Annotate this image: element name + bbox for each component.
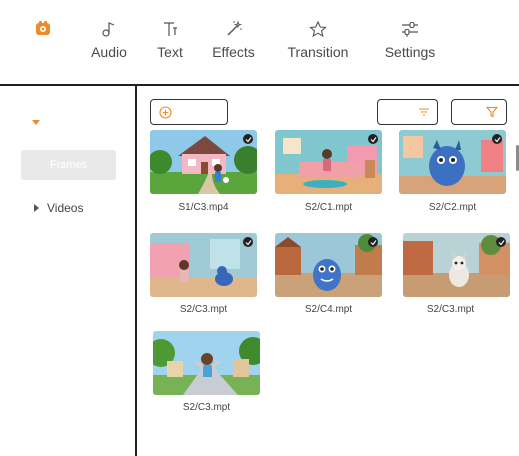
sidebar: Frames Videos [0, 86, 135, 456]
toolbar-transition-label: Transition [287, 44, 349, 60]
checkmark-icon [368, 237, 378, 247]
checkmark-icon [243, 237, 253, 247]
sort-button[interactable] [377, 99, 438, 125]
add-media-button[interactable] [150, 99, 228, 125]
music-note-icon [98, 18, 120, 40]
camera-app-logo-icon[interactable] [35, 20, 51, 36]
toolbar-audio[interactable]: Audio [89, 18, 129, 68]
media-caption: S2/C3.mpt [179, 304, 228, 315]
media-thumbnail[interactable] [153, 331, 260, 395]
toolbar-effects-label: Effects [212, 44, 255, 60]
magic-wand-icon [223, 18, 245, 40]
toolbar-effects[interactable]: Effects [211, 18, 256, 68]
sidebar-divider [135, 86, 137, 456]
media-thumbnail[interactable] [275, 233, 382, 297]
media-thumbnail[interactable] [403, 233, 510, 297]
checkmark-icon [496, 237, 506, 247]
expand-triangle-icon [34, 204, 39, 212]
media-thumbnail[interactable] [150, 130, 257, 194]
checkmark-icon [492, 134, 502, 144]
star-outline-icon [307, 18, 329, 40]
media-caption: S2/C3.mpt [182, 402, 231, 413]
sidebar-item-videos[interactable]: Videos [34, 201, 83, 215]
media-caption: S2/C4.mpt [304, 304, 353, 315]
toolbar-text-label: Text [157, 44, 183, 60]
media-caption: S2/C3.mpt [426, 304, 475, 315]
top-toolbar: Audio Text Effects Transition Settings [0, 0, 519, 84]
toolbar-transition[interactable]: Transition [285, 18, 351, 68]
text-icon [159, 18, 181, 40]
sidebar-item-frames[interactable]: Frames [21, 150, 116, 180]
collapse-caret-icon[interactable] [32, 120, 40, 125]
toolbar-settings-label: Settings [384, 44, 436, 60]
media-thumbnail[interactable] [275, 130, 382, 194]
toolbar-audio-label: Audio [91, 44, 127, 60]
media-caption: S1/C3.mp4 [178, 202, 229, 213]
toolbar-settings[interactable]: Settings [383, 18, 437, 68]
media-thumbnail[interactable] [150, 233, 257, 297]
checkmark-icon [243, 134, 253, 144]
sort-lines-icon [418, 107, 430, 117]
filter-funnel-icon [486, 106, 498, 118]
media-thumbnail[interactable] [399, 130, 506, 194]
add-circle-icon [159, 105, 172, 119]
sidebar-item-videos-label: Videos [47, 201, 84, 215]
media-caption: S2/C2.mpt [428, 202, 477, 213]
media-caption: S2/C1.mpt [304, 202, 353, 213]
checkmark-icon [368, 134, 378, 144]
toolbar-text[interactable]: Text [154, 18, 186, 68]
filter-button[interactable] [451, 99, 507, 125]
sliders-icon [399, 18, 421, 40]
